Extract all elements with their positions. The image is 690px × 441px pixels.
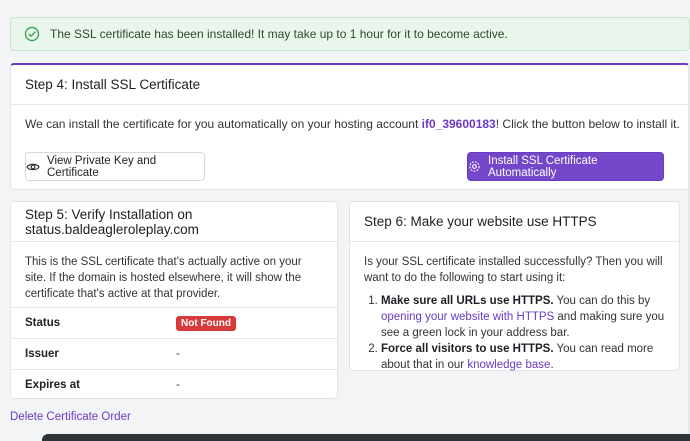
list-item: Make sure all URLs use HTTPS. You can do… (381, 293, 669, 341)
step6-card: Step 6: Make your website use HTTPS Is y… (349, 201, 680, 371)
step4-title: Step 4: Install SSL Certificate (11, 65, 689, 105)
status-label: Status (25, 317, 61, 329)
step4-card: Step 4: Install SSL Certificate We can i… (10, 63, 690, 190)
check-circle-icon (24, 26, 40, 42)
install-ssl-button[interactable]: Install SSL Certificate Automatically (467, 152, 664, 181)
alert-text: The SSL certificate has been installed! … (50, 27, 508, 41)
item1-text-a: You can do this by (553, 295, 651, 307)
view-private-key-button[interactable]: View Private Key and Certificate (25, 152, 205, 181)
item1-bold: Make sure all URLs use HTTPS. (381, 295, 554, 307)
item2-text-b: . (550, 359, 554, 371)
expires-label: Expires at (25, 379, 80, 391)
https-steps-list: Make sure all URLs use HTTPS. You can do… (364, 293, 669, 373)
step4-description: We can install the certificate for you a… (25, 117, 680, 131)
step4-desc-suffix: ! Click the button below to install it. (495, 117, 680, 131)
step5-description: This is the SSL certificate that's actua… (25, 256, 302, 300)
expires-row: Expires at - (11, 369, 337, 400)
step5-title: Step 5: Verify Installation on status.ba… (11, 202, 337, 242)
step6-description: Is your SSL certificate installed succes… (364, 256, 663, 284)
step5-card: Step 5: Verify Installation on status.ba… (10, 201, 338, 399)
step6-title: Step 6: Make your website use HTTPS (350, 202, 679, 242)
expires-value: - (176, 379, 180, 391)
item2-bold: Force all visitors to use HTTPS. (381, 343, 554, 355)
gear-icon (468, 160, 481, 173)
delete-certificate-order-link[interactable]: Delete Certificate Order (10, 411, 131, 423)
issuer-row: Issuer - (11, 338, 337, 369)
list-item: Force all visitors to use HTTPS. You can… (381, 341, 669, 373)
open-https-link[interactable]: opening your website with HTTPS (381, 311, 554, 323)
issuer-value: - (176, 348, 180, 360)
bottom-overlay-bar (42, 434, 690, 441)
step4-desc-prefix: We can install the certificate for you a… (25, 117, 422, 131)
status-badge: Not Found (176, 316, 236, 331)
status-value: Not Found (176, 316, 236, 331)
status-row: Status Not Found (11, 307, 337, 338)
issuer-label: Issuer (25, 348, 59, 360)
knowledge-base-link[interactable]: knowledge base (467, 359, 550, 371)
install-ssl-label: Install SSL Certificate Automatically (488, 154, 598, 179)
hosting-account-link[interactable]: if0_39600183 (422, 117, 496, 131)
view-private-key-label: View Private Key and Certificate (47, 154, 157, 179)
success-alert: The SSL certificate has been installed! … (10, 17, 690, 51)
eye-icon (26, 160, 40, 174)
